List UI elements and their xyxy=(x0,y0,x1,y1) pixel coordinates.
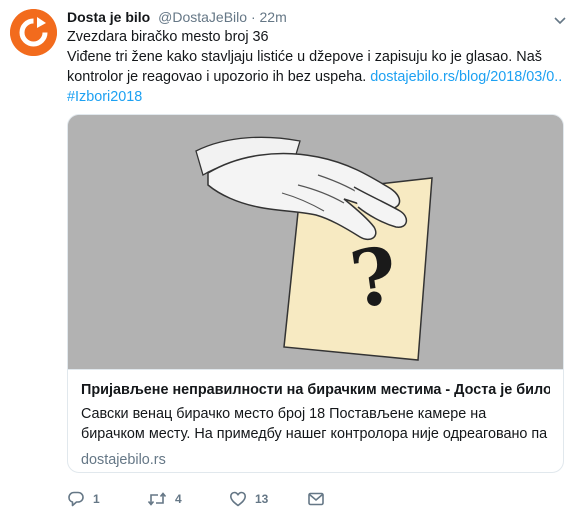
author-name[interactable]: Dosta je bilo xyxy=(67,9,150,25)
retweet-icon xyxy=(147,492,167,506)
refresh-logo-icon xyxy=(10,9,57,56)
tweet-text-line: Viđene tri žene kako stavljaju listiće u… xyxy=(67,49,542,65)
link-preview-card[interactable]: ? Пријављене неправилности на бирачким м… xyxy=(67,114,564,473)
author-handle[interactable]: @DostaJeBilo xyxy=(158,9,247,25)
direct-message-button[interactable] xyxy=(307,488,325,510)
reply-count: 1 xyxy=(93,492,100,506)
avatar[interactable] xyxy=(10,9,57,56)
tweet-actions: 1 4 13 xyxy=(67,488,367,510)
envelope-icon xyxy=(308,492,324,506)
reply-icon xyxy=(68,491,84,507)
chevron-down-icon[interactable] xyxy=(554,13,566,25)
card-image[interactable]: ? xyxy=(68,115,563,369)
hashtag-link[interactable]: #Izbori2018 xyxy=(67,89,142,105)
like-count: 13 xyxy=(255,492,269,506)
heart-icon xyxy=(230,491,246,507)
like-button[interactable]: 13 xyxy=(229,488,268,510)
tweet-text-fragment: kontrolor je reagovao i upozorio ih bez … xyxy=(67,69,371,85)
retweet-button[interactable]: 4 xyxy=(147,488,182,510)
tweet-text: Zvezdara biračko mesto broj 36 Viđene tr… xyxy=(67,27,562,107)
card-description: Савски венац бирачко место број 18 Поста… xyxy=(81,406,548,442)
card-domain: dostajebilo.rs xyxy=(81,452,166,468)
tweet-text-line: #Izbori2018 xyxy=(67,87,562,107)
tweet-timestamp[interactable]: 22m xyxy=(260,9,287,25)
card-body[interactable]: Пријављене неправилности на бирачким мес… xyxy=(68,369,563,472)
tweet-text-line: kontrolor je reagovao i upozorio ih bez … xyxy=(67,67,562,87)
tweet-link[interactable]: dostajebilo.rs/blog/2018/03/0... xyxy=(370,69,562,85)
tweet-header: Dosta je bilo @DostaJeBilo · 22m xyxy=(67,8,287,26)
retweet-count: 4 xyxy=(175,492,182,506)
separator-dot: · xyxy=(250,9,256,25)
card-title: Пријављене неправилности на бирачким мес… xyxy=(81,382,550,398)
reply-button[interactable]: 1 xyxy=(67,488,100,510)
tweet-text-line: Zvezdara biračko mesto broj 36 xyxy=(67,29,269,45)
